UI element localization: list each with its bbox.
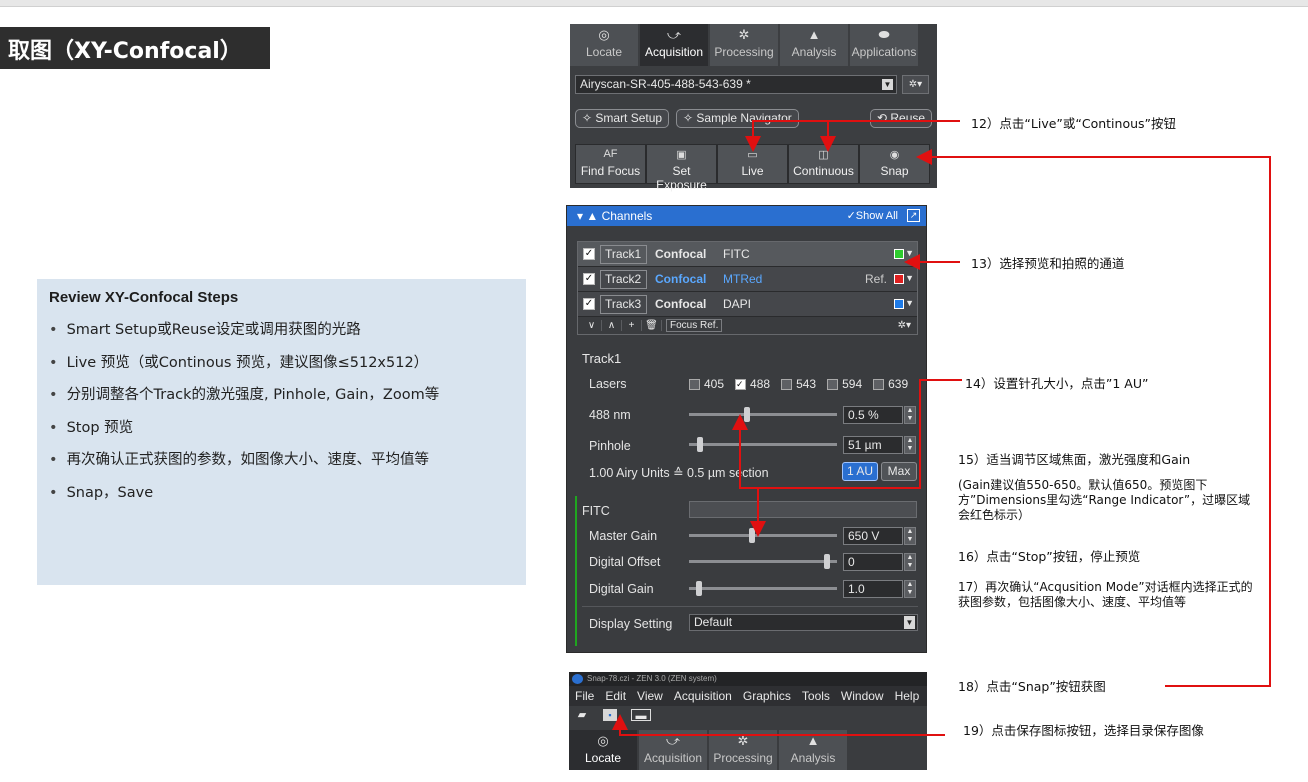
arrow-live (745, 120, 960, 152)
arrow-1au (732, 379, 962, 489)
arrow-snap (916, 149, 1271, 687)
arrow-save (612, 714, 945, 736)
callout-arrows (612, 120, 1271, 736)
